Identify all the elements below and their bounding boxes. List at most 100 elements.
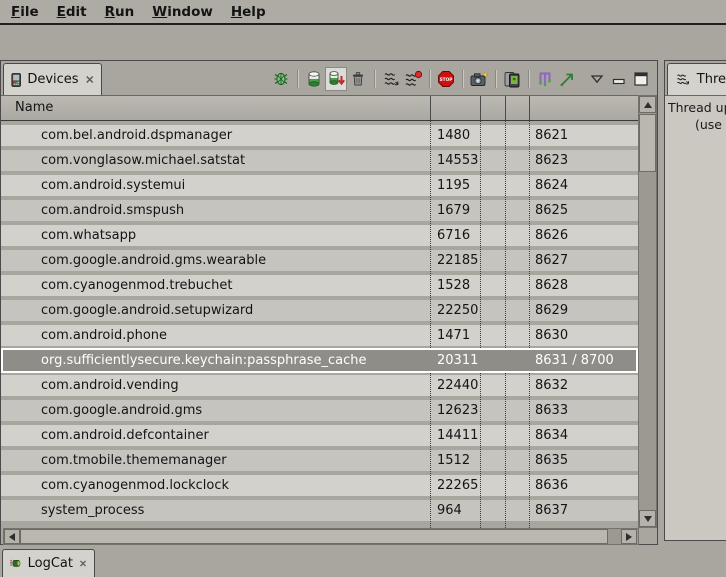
menu-edit[interactable]: Edit bbox=[48, 2, 96, 22]
process-port: 8631 / 8700 bbox=[535, 350, 614, 371]
table-row[interactable]: com.android.phone14718630 bbox=[1, 325, 638, 346]
threads-message-line2: (use toolbar button to enable) bbox=[695, 117, 726, 132]
start-method-profiling-icon[interactable] bbox=[402, 67, 424, 91]
close-icon[interactable] bbox=[85, 74, 94, 85]
close-icon[interactable] bbox=[79, 558, 87, 569]
menu-window[interactable]: Window bbox=[143, 2, 222, 22]
opengl-trace-icon[interactable] bbox=[556, 67, 578, 91]
process-pid: 1679 bbox=[437, 200, 470, 221]
scroll-right-button[interactable] bbox=[621, 529, 637, 544]
device-screens-icon[interactable] bbox=[501, 67, 523, 91]
table-row[interactable]: com.android.systemui11958624 bbox=[1, 175, 638, 196]
vertical-scrollbar[interactable] bbox=[638, 95, 657, 528]
tab-logcat[interactable]: LogCat bbox=[2, 549, 95, 577]
process-pid: 14553 bbox=[437, 150, 478, 171]
table-row[interactable]: com.android.vending224408632 bbox=[1, 375, 638, 396]
process-port: 8630 bbox=[535, 325, 568, 346]
tab-devices-label: Devices bbox=[27, 72, 78, 87]
menu-file-rest: ile bbox=[20, 4, 38, 20]
column-separator[interactable] bbox=[480, 96, 481, 120]
table-row[interactable]: com.bel.android.dspmanager14808621 bbox=[1, 125, 638, 146]
column-gridline bbox=[505, 121, 506, 528]
dump-hprof-icon[interactable] bbox=[325, 67, 347, 91]
menu-run[interactable]: Run bbox=[96, 2, 144, 22]
menu-window-rest: indow bbox=[167, 4, 213, 20]
table-row[interactable]: com.whatsapp67168626 bbox=[1, 225, 638, 246]
table-row[interactable]: com.android.defcontainer144118634 bbox=[1, 425, 638, 446]
menu-run-rest: un bbox=[115, 4, 134, 20]
process-name: com.tmobile.thememanager bbox=[41, 450, 227, 471]
table-row[interactable]: com.google.android.setupwizard222508629 bbox=[1, 300, 638, 321]
scroll-up-button[interactable] bbox=[639, 96, 656, 113]
table-header[interactable]: Name bbox=[1, 95, 638, 121]
table-row[interactable]: system_process9648637 bbox=[1, 500, 638, 521]
process-name: com.google.android.gms.wearable bbox=[41, 250, 266, 271]
process-pid: 22440 bbox=[437, 375, 478, 396]
column-separator[interactable] bbox=[430, 96, 431, 120]
toolbar-separator bbox=[297, 70, 298, 88]
logcat-icon bbox=[10, 557, 22, 570]
table-row[interactable]: org.sufficientlysecure.keychain:passphra… bbox=[1, 348, 638, 373]
vertical-scroll-thumb[interactable] bbox=[639, 114, 656, 172]
process-name: com.google.android.gms bbox=[41, 400, 202, 421]
view-menu-icon[interactable] bbox=[586, 67, 608, 91]
devices-view: Devices bbox=[0, 60, 658, 545]
process-name: org.sufficientlysecure.keychain:passphra… bbox=[41, 350, 366, 371]
threads-message-line1: Thread updates not enabled for selected … bbox=[668, 100, 726, 115]
cause-gc-icon[interactable] bbox=[347, 67, 369, 91]
table-row[interactable]: com.vonglasow.michael.satstat145538623 bbox=[1, 150, 638, 171]
process-name: system_process bbox=[41, 500, 144, 521]
process-pid: 1195 bbox=[437, 175, 470, 196]
threads-view: Threads Thread updates not enabled for s… bbox=[664, 60, 726, 541]
column-separator[interactable] bbox=[529, 96, 530, 120]
menu-help[interactable]: Help bbox=[222, 2, 275, 22]
table-row[interactable]: com.google.android.gms.wearable221858627 bbox=[1, 250, 638, 271]
process-name: com.android.vending bbox=[41, 375, 179, 396]
process-port: 8628 bbox=[535, 275, 568, 296]
minimize-icon[interactable] bbox=[608, 67, 630, 91]
menu-bar: File Edit Run Window Help bbox=[0, 0, 726, 25]
process-port: 8633 bbox=[535, 400, 568, 421]
process-port: 8629 bbox=[535, 300, 568, 321]
tab-threads[interactable]: Threads bbox=[667, 63, 726, 95]
process-port: 8636 bbox=[535, 475, 568, 496]
process-port: 8623 bbox=[535, 150, 568, 171]
tab-devices[interactable]: Devices bbox=[3, 63, 102, 95]
tab-threads-label: Threads bbox=[697, 72, 726, 87]
process-port: 8626 bbox=[535, 225, 568, 246]
toolbar-separator bbox=[374, 70, 375, 88]
process-pid: 22185 bbox=[437, 250, 478, 271]
devices-tabbar: Devices bbox=[1, 61, 657, 95]
hierarchy-dump-icon[interactable] bbox=[534, 67, 556, 91]
toolbar-separator bbox=[528, 70, 529, 88]
column-separator[interactable] bbox=[505, 96, 506, 120]
column-gridline bbox=[480, 121, 481, 528]
column-gridline bbox=[430, 121, 431, 528]
column-header-name[interactable]: Name bbox=[15, 100, 53, 115]
update-threads-icon[interactable] bbox=[380, 67, 402, 91]
table-row[interactable]: com.android.smspush16798625 bbox=[1, 200, 638, 221]
process-name: com.android.defcontainer bbox=[41, 425, 209, 446]
table-row[interactable]: com.tmobile.thememanager15128635 bbox=[1, 450, 638, 471]
screen-capture-icon[interactable] bbox=[468, 67, 490, 91]
process-pid: 20311 bbox=[437, 350, 478, 371]
table-row[interactable]: com.cyanogenmod.trebuchet15288628 bbox=[1, 275, 638, 296]
scroll-left-button[interactable] bbox=[4, 529, 20, 544]
menu-file[interactable]: File bbox=[2, 2, 48, 22]
stop-process-icon[interactable]: STOP bbox=[435, 67, 457, 91]
table-body: com.bel.android.dspmanager14808621com.vo… bbox=[1, 121, 638, 528]
scroll-down-button[interactable] bbox=[639, 510, 656, 527]
horizontal-scroll-thumb[interactable] bbox=[20, 529, 608, 544]
maximize-icon[interactable] bbox=[630, 67, 652, 91]
threads-body: Thread updates not enabled for selected … bbox=[665, 95, 726, 540]
debug-process-icon[interactable] bbox=[270, 67, 292, 91]
phone-icon bbox=[11, 72, 21, 88]
menu-edit-rest: dit bbox=[66, 4, 87, 20]
process-name: com.google.android.setupwizard bbox=[41, 300, 253, 321]
update-heap-icon[interactable] bbox=[303, 67, 325, 91]
table-row[interactable]: com.cyanogenmod.lockclock222658636 bbox=[1, 475, 638, 496]
horizontal-scrollbar[interactable] bbox=[3, 528, 639, 545]
toolbar-separator bbox=[462, 70, 463, 88]
table-row[interactable]: com.google.android.gms126238633 bbox=[1, 400, 638, 421]
tab-logcat-label: LogCat bbox=[28, 556, 73, 571]
